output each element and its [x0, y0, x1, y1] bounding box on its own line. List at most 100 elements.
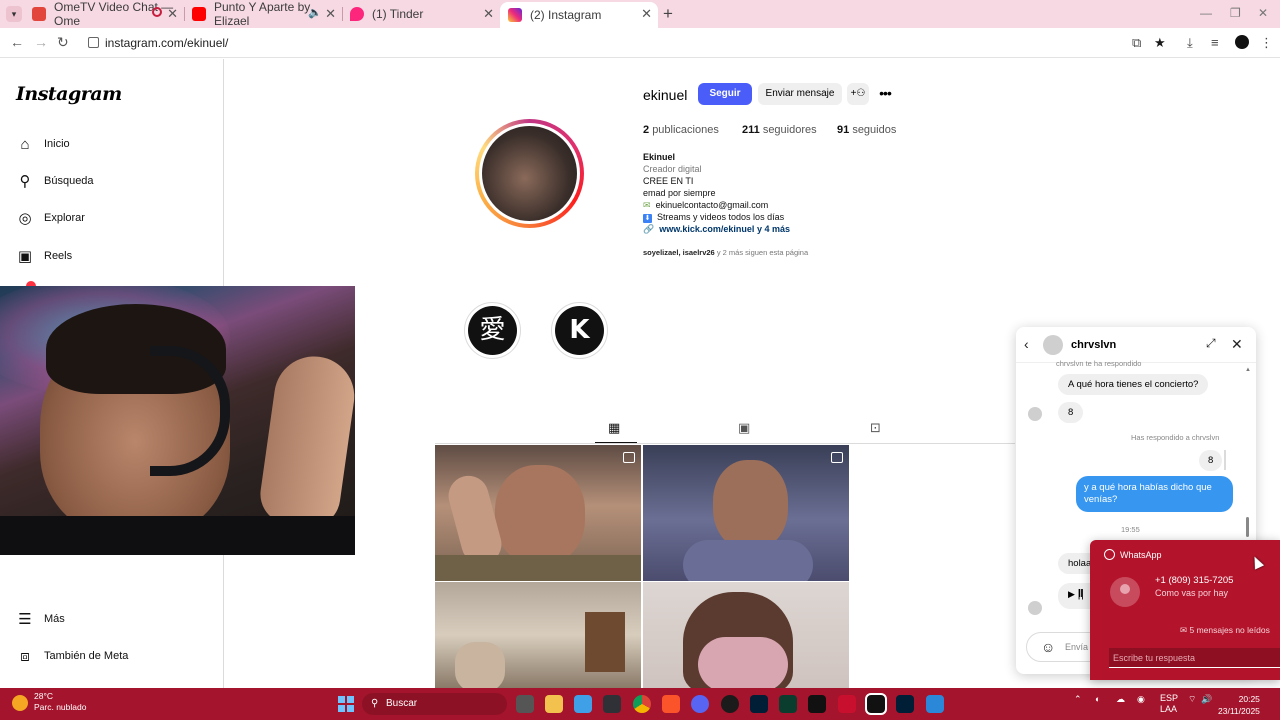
weather-widget[interactable]: 28°C Parc. nublado: [12, 691, 86, 713]
highlight-2[interactable]: K: [551, 302, 608, 359]
post-thumbnail[interactable]: [435, 445, 641, 581]
browser-profile-avatar[interactable]: [1235, 35, 1249, 49]
sidebar-item-inicio[interactable]: ⌂ Inicio: [16, 135, 69, 153]
system-clock[interactable]: 20:25 23/11/2025: [1218, 693, 1260, 717]
unread-count: ✉ 5 mensajes no leídos: [1180, 625, 1270, 635]
app-icon[interactable]: [838, 695, 856, 713]
close-tab-icon[interactable]: ✕: [483, 6, 494, 22]
message-in[interactable]: 8: [1058, 402, 1084, 423]
sidebar-item-explorar[interactable]: ◎ Explorar: [16, 209, 85, 227]
stat-following[interactable]: 91 seguidos: [837, 124, 896, 136]
app-icon[interactable]: [779, 695, 797, 713]
bio-category: Creador digital: [643, 164, 702, 174]
tab-search-dropdown[interactable]: ▾: [6, 6, 22, 22]
followed-by-text[interactable]: soyelizael, isaelrv26 y 2 más siguen est…: [643, 248, 808, 257]
contact-avatar[interactable]: [1043, 335, 1063, 355]
follow-button[interactable]: Seguir: [698, 83, 752, 105]
discord-icon[interactable]: [691, 695, 709, 713]
profile-avatar[interactable]: [475, 119, 584, 228]
tab-ometv[interactable]: OmeTV Video Chat — Ome ✕: [24, 0, 184, 28]
more-options-button[interactable]: •••: [876, 83, 894, 105]
obs-icon[interactable]: [721, 695, 739, 713]
highlight-1[interactable]: 愛: [464, 302, 521, 359]
task-view-icon[interactable]: [516, 695, 534, 713]
close-icon[interactable]: ✕: [1231, 336, 1243, 353]
stat-followers[interactable]: 211 seguidores: [742, 124, 817, 136]
message-in[interactable]: A qué hora tienes el concierto?: [1058, 374, 1209, 395]
tab-list-icon[interactable]: ≡: [1211, 35, 1219, 50]
tray-app-icon[interactable]: ◉: [1137, 694, 1145, 705]
store-icon[interactable]: [574, 695, 592, 713]
tray-app-icon[interactable]: ◐: [1095, 694, 1100, 704]
expand-icon[interactable]: ⤢: [1206, 336, 1216, 351]
download-icon[interactable]: ⤓: [1187, 35, 1193, 51]
photoshop-icon[interactable]: [750, 695, 768, 713]
emoji-icon[interactable]: ☺: [1041, 633, 1055, 661]
close-tab-icon[interactable]: ✕: [641, 6, 652, 22]
send-message-button[interactable]: Enviar mensaje: [758, 83, 842, 105]
close-tab-icon[interactable]: ✕: [167, 6, 178, 22]
restore-icon[interactable]: ❐: [1230, 6, 1241, 20]
close-window-icon[interactable]: ✕: [1258, 6, 1268, 20]
tray-chevron-icon[interactable]: ⌃: [1074, 694, 1082, 705]
tab-tinder[interactable]: (1) Tinder ✕: [342, 2, 500, 26]
bio-link[interactable]: 🔗 www.kick.com/ekinuel y 4 más: [643, 224, 790, 235]
stat-posts: 2 publicaciones: [643, 124, 719, 136]
cloud-icon[interactable]: ☁: [1116, 694, 1125, 705]
add-user-icon: +⚇: [850, 88, 866, 99]
tagged-tab-icon[interactable]: ⊡: [870, 420, 881, 436]
capcut-active-icon[interactable]: [865, 693, 887, 715]
notification-sender: +1 (809) 315-7205: [1155, 575, 1234, 586]
instagram-logo[interactable]: Instagram: [16, 83, 122, 105]
reel-indicator-icon: [623, 452, 635, 463]
back-icon[interactable]: ←: [10, 34, 24, 50]
app-icon[interactable]: [603, 695, 621, 713]
post-thumbnail[interactable]: [643, 582, 849, 688]
back-chevron-icon[interactable]: ‹: [1024, 336, 1029, 352]
speaker-icon[interactable]: 🔈: [308, 6, 322, 19]
sidebar-item-reels[interactable]: ▣ Reels: [16, 247, 72, 265]
bio-line-2: emad por siempre: [643, 188, 716, 198]
suggest-user-button[interactable]: +⚇: [847, 83, 869, 105]
sidebar-item-mas[interactable]: ☰ Más: [16, 610, 65, 628]
minimize-icon[interactable]: —: [1200, 6, 1212, 20]
reels-icon: ▣: [17, 248, 33, 265]
ometv-favicon-icon: [32, 7, 46, 21]
post-thumbnail[interactable]: [435, 582, 641, 688]
new-tab-button[interactable]: +: [663, 4, 673, 24]
language-indicator[interactable]: ESP LAA: [1160, 693, 1178, 715]
capcut-icon[interactable]: [808, 695, 826, 713]
browser-menu-icon[interactable]: ⋮: [1260, 35, 1273, 51]
post-thumbnail[interactable]: [643, 445, 849, 581]
cast-icon[interactable]: ⧉: [1132, 35, 1141, 51]
tab-instagram[interactable]: (2) Instagram ✕: [500, 2, 658, 28]
url-bar[interactable]: instagram.com/ekinuel/: [80, 31, 1180, 55]
posts-grid-icon[interactable]: ▦: [608, 420, 620, 436]
site-info-icon[interactable]: [88, 37, 99, 48]
tab-youtube[interactable]: Punto Y Aparte by Elizael 🔈 ✕: [184, 0, 342, 28]
play-icon[interactable]: ▶: [1068, 589, 1075, 599]
bookmark-star-icon[interactable]: ★: [1154, 35, 1166, 51]
close-tab-icon[interactable]: ✕: [325, 6, 336, 22]
brave-icon[interactable]: [662, 695, 680, 713]
sidebar-item-busqueda[interactable]: ⚲ Búsqueda: [16, 172, 94, 190]
taskbar-search[interactable]: ⚲ Buscar: [362, 693, 507, 715]
volume-icon[interactable]: 🔊: [1201, 694, 1212, 705]
photoshop-icon[interactable]: [896, 695, 914, 713]
reload-icon[interactable]: ↻: [57, 34, 69, 51]
sidebar-item-meta[interactable]: ⧈ También de Meta: [16, 647, 128, 665]
reels-tab-icon[interactable]: ▣: [738, 420, 750, 436]
app-icon[interactable]: [926, 695, 944, 713]
reply-input[interactable]: Escribe tu respuesta: [1109, 648, 1280, 668]
message-out[interactable]: y a qué hora habías dicho que venías?: [1076, 476, 1233, 512]
forward-icon[interactable]: →: [34, 34, 48, 50]
dm-contact-name[interactable]: chrvslvn: [1071, 339, 1116, 351]
sender-avatar: [1028, 407, 1042, 421]
chrome-icon[interactable]: [633, 695, 651, 713]
start-button[interactable]: [338, 696, 354, 712]
sidebar-item-label: Búsqueda: [44, 175, 94, 187]
wifi-icon[interactable]: ⌔: [1188, 694, 1196, 705]
tinder-favicon-icon: [350, 7, 364, 21]
file-explorer-icon[interactable]: [545, 695, 563, 713]
dm-scrollbar[interactable]: ▲: [1245, 367, 1251, 537]
